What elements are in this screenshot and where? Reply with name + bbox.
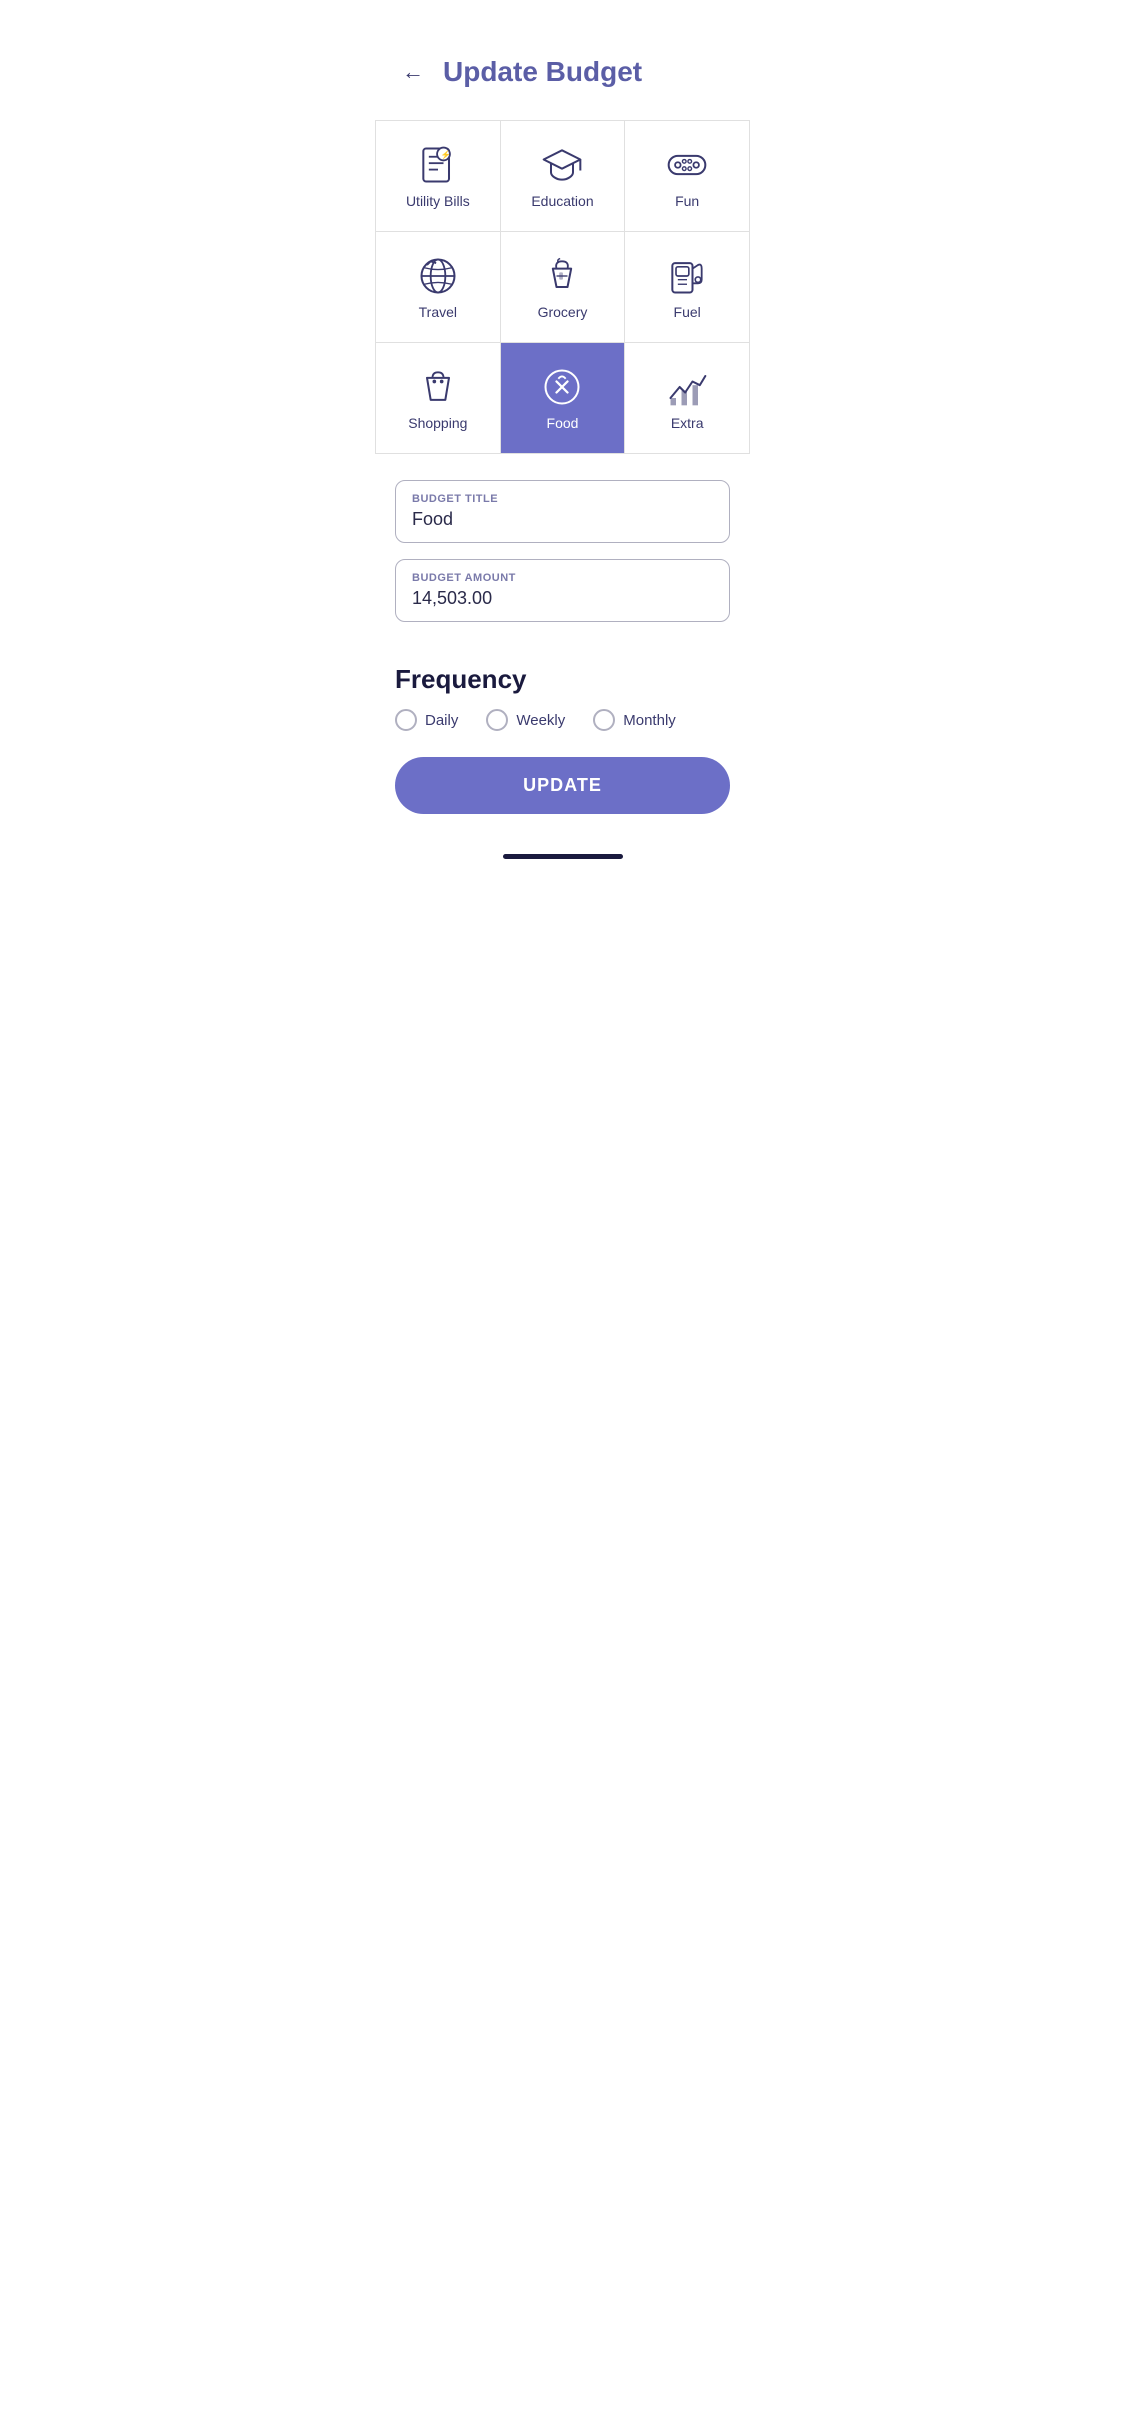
- page-title: Update Budget: [443, 56, 642, 88]
- fuel-label: Fuel: [674, 304, 701, 320]
- fun-icon: [665, 143, 709, 187]
- extra-label: Extra: [671, 415, 704, 431]
- radio-monthly-label: Monthly: [623, 712, 676, 729]
- travel-label: Travel: [419, 304, 457, 320]
- form-section: BUDGET TITLE Food BUDGET AMOUNT 14,503.0…: [375, 464, 750, 654]
- category-shopping[interactable]: Shopping: [376, 343, 501, 454]
- fuel-icon: [665, 254, 709, 298]
- radio-daily-circle[interactable]: [395, 709, 417, 731]
- fun-label: Fun: [675, 193, 699, 209]
- shopping-icon: [416, 365, 460, 409]
- budget-title-field[interactable]: BUDGET TITLE Food: [395, 480, 730, 543]
- grocery-icon: [540, 254, 584, 298]
- category-grocery[interactable]: Grocery: [501, 232, 626, 343]
- budget-amount-value[interactable]: 14,503.00: [412, 588, 713, 609]
- radio-daily[interactable]: Daily: [395, 709, 458, 731]
- category-food[interactable]: Food: [501, 343, 626, 454]
- radio-weekly[interactable]: Weekly: [486, 709, 565, 731]
- home-indicator: [503, 854, 623, 859]
- header: ← Update Budget: [375, 0, 750, 110]
- category-grid: ⚡ Utility Bills Education Fun: [375, 120, 750, 454]
- budget-amount-label: BUDGET AMOUNT: [412, 572, 713, 584]
- category-fuel[interactable]: Fuel: [625, 232, 750, 343]
- radio-monthly-circle[interactable]: [593, 709, 615, 731]
- education-icon: [540, 143, 584, 187]
- education-label: Education: [531, 193, 593, 209]
- back-button[interactable]: ←: [395, 54, 431, 90]
- radio-daily-label: Daily: [425, 712, 458, 729]
- category-travel[interactable]: Travel: [376, 232, 501, 343]
- category-extra[interactable]: Extra: [625, 343, 750, 454]
- budget-title-label: BUDGET TITLE: [412, 493, 713, 505]
- utility-bills-label: Utility Bills: [406, 193, 470, 209]
- back-arrow-icon: ←: [402, 59, 424, 85]
- radio-weekly-label: Weekly: [516, 712, 565, 729]
- radio-weekly-circle[interactable]: [486, 709, 508, 731]
- utility-bills-icon: ⚡: [416, 143, 460, 187]
- extra-icon: [665, 365, 709, 409]
- shopping-label: Shopping: [408, 415, 467, 431]
- budget-amount-field[interactable]: BUDGET AMOUNT 14,503.00: [395, 559, 730, 622]
- frequency-radio-group: Daily Weekly Monthly: [395, 709, 730, 731]
- budget-title-value[interactable]: Food: [412, 509, 713, 530]
- category-fun[interactable]: Fun: [625, 121, 750, 232]
- frequency-section: Frequency Daily Weekly Monthly: [375, 654, 750, 747]
- radio-monthly[interactable]: Monthly: [593, 709, 676, 731]
- category-utility-bills[interactable]: ⚡ Utility Bills: [376, 121, 501, 232]
- travel-icon: [416, 254, 460, 298]
- grocery-label: Grocery: [538, 304, 588, 320]
- category-education[interactable]: Education: [501, 121, 626, 232]
- update-button[interactable]: UPDATE: [395, 757, 730, 814]
- frequency-title: Frequency: [395, 664, 730, 695]
- food-icon: [540, 365, 584, 409]
- svg-text:⚡: ⚡: [441, 150, 451, 161]
- food-label: Food: [547, 415, 579, 431]
